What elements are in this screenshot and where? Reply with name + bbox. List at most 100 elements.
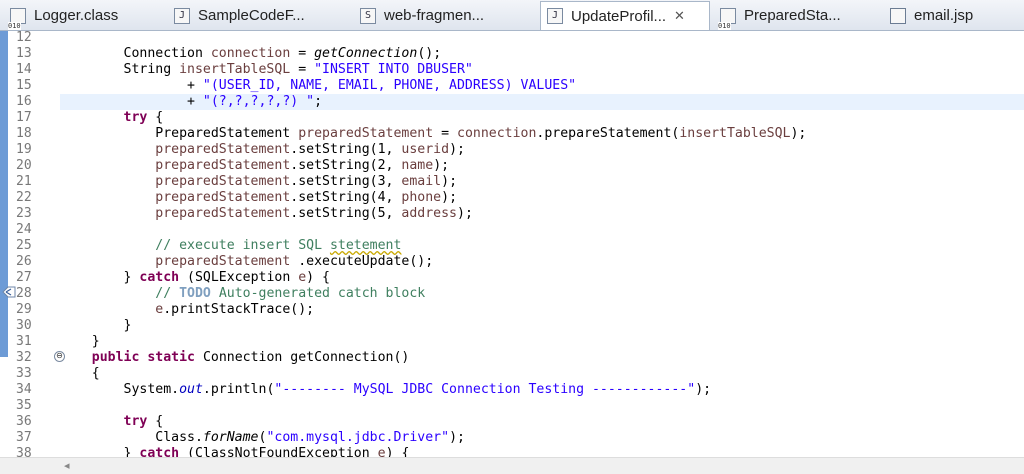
code-line: try {: [60, 110, 164, 126]
code-token: +: [60, 94, 203, 109]
tab-preparedstatement[interactable]: PreparedSta...: [714, 2, 841, 30]
line-number: 36: [16, 414, 32, 429]
code-token: TODO: [179, 286, 211, 301]
code-token: .executeUpdate();: [290, 254, 434, 269]
tab-web-fragment[interactable]: S web-fragmen...: [354, 2, 484, 29]
code-token: preparedStatement: [155, 190, 291, 205]
code-line: public static Connection getConnection(): [60, 350, 410, 366]
line-number: 31: [16, 334, 32, 349]
code-line: preparedStatement .executeUpdate();: [60, 254, 433, 270]
tab-email-jsp[interactable]: email.jsp: [884, 2, 973, 29]
line-number: 33: [16, 366, 32, 381]
code-token: {: [147, 110, 164, 125]
horizontal-scrollbar[interactable]: ◂: [0, 457, 1024, 474]
code-area[interactable]: Connection connection = getConnection();…: [60, 31, 1024, 461]
code-line: preparedStatement.setString(5, address);: [60, 206, 473, 222]
code-line: }: [60, 334, 100, 350]
code-token: .setString(1,: [290, 142, 402, 157]
code-token: phone: [401, 190, 442, 205]
code-token: catch: [139, 270, 180, 285]
line-number: 24: [16, 222, 32, 237]
code-token: forName: [202, 430, 259, 445]
tab-label: UpdateProfil...: [571, 7, 667, 25]
code-token: );: [449, 142, 465, 157]
code-token: Connection: [60, 46, 211, 61]
line-number: 20: [16, 158, 32, 173]
code-token: stetement: [329, 238, 402, 253]
code-line: // execute insert SQL stetement: [60, 238, 401, 254]
line-number-gutter: 12 13 14 15 16 17 18 19 20 21 22 23 24 2…: [2, 30, 65, 473]
code-token: =: [290, 62, 315, 77]
code-token: .setString(2,: [290, 158, 402, 173]
code-token: static: [147, 350, 195, 365]
code-line: try {: [60, 414, 164, 430]
code-token: .setString(3,: [290, 174, 402, 189]
code-token: "(USER_ID, NAME, EMAIL, PHONE, ADDRESS) …: [202, 78, 577, 93]
java-file-icon: J: [547, 8, 563, 24]
code-line: Connection connection = getConnection();: [60, 46, 442, 62]
code-token: preparedStatement: [155, 254, 291, 269]
code-editor[interactable]: 12 13 14 15 16 17 18 19 20 21 22 23 24 2…: [0, 30, 1024, 473]
line-number: 27: [16, 270, 32, 285]
code-token: }: [60, 318, 132, 333]
code-token: (SQLException: [179, 270, 299, 285]
code-token: );: [433, 158, 450, 173]
code-token: connection: [457, 126, 537, 141]
code-token: }: [60, 270, 140, 285]
class-file-icon: [718, 7, 736, 30]
tab-label: PreparedSta...: [744, 7, 841, 24]
code-line: preparedStatement.setString(2, name);: [60, 158, 449, 174]
line-number: 22: [16, 190, 32, 205]
code-token: );: [695, 382, 712, 397]
code-line: preparedStatement.setString(4, phone);: [60, 190, 457, 206]
line-number: 29: [16, 302, 32, 317]
line-number: 34: [16, 382, 32, 397]
code-token: preparedStatement: [298, 126, 434, 141]
code-token: .println(: [202, 382, 275, 397]
line-number: 30: [16, 318, 32, 333]
code-token: +: [60, 78, 203, 93]
code-token: );: [449, 430, 465, 445]
code-token: preparedStatement: [155, 142, 291, 157]
scroll-left-icon[interactable]: ◂: [64, 459, 70, 472]
close-icon[interactable]: ✕: [674, 8, 685, 24]
line-number: 25: [16, 238, 32, 253]
code-line: String insertTableSQL = "INSERT INTO DBU…: [60, 62, 473, 78]
line-number: 14: [16, 62, 32, 77]
code-token: //: [155, 286, 180, 301]
code-line: }: [60, 318, 132, 334]
line-number: 17: [16, 110, 32, 125]
task-marker-icon[interactable]: [2, 285, 16, 298]
code-token: "(?,?,?,?,?) ": [202, 94, 315, 109]
code-token: try: [123, 110, 148, 125]
code-line: System.out.println("-------- MySQL JDBC …: [60, 382, 712, 398]
code-token: preparedStatement: [155, 158, 291, 173]
code-line: {: [60, 366, 100, 382]
line-number: 35: [16, 398, 32, 413]
code-token: preparedStatement: [155, 206, 291, 221]
code-token: email: [401, 174, 442, 189]
code-token: insertTableSQL: [179, 62, 291, 77]
line-number: 23: [16, 206, 32, 221]
code-token: ;: [314, 94, 323, 109]
code-token: );: [790, 126, 807, 141]
jsp-file-icon: [890, 7, 906, 24]
tab-samplecodef[interactable]: J SampleCodeF...: [168, 2, 305, 29]
tab-updateprofile[interactable]: J UpdateProfil... ✕: [540, 1, 710, 30]
code-token: connection: [210, 46, 291, 61]
code-line: + "(USER_ID, NAME, EMAIL, PHONE, ADDRESS…: [60, 78, 576, 94]
code-token: ) {: [306, 270, 330, 285]
code-token: .prepareStatement(: [536, 126, 680, 141]
tab-logger-class[interactable]: Logger.class: [4, 2, 118, 30]
code-line: } catch (SQLException e) {: [60, 270, 330, 286]
code-token: PreparedStatement: [60, 126, 299, 141]
code-token: {: [147, 414, 164, 429]
code-token: =: [290, 46, 315, 61]
code-token: .printStackTrace();: [163, 302, 315, 317]
